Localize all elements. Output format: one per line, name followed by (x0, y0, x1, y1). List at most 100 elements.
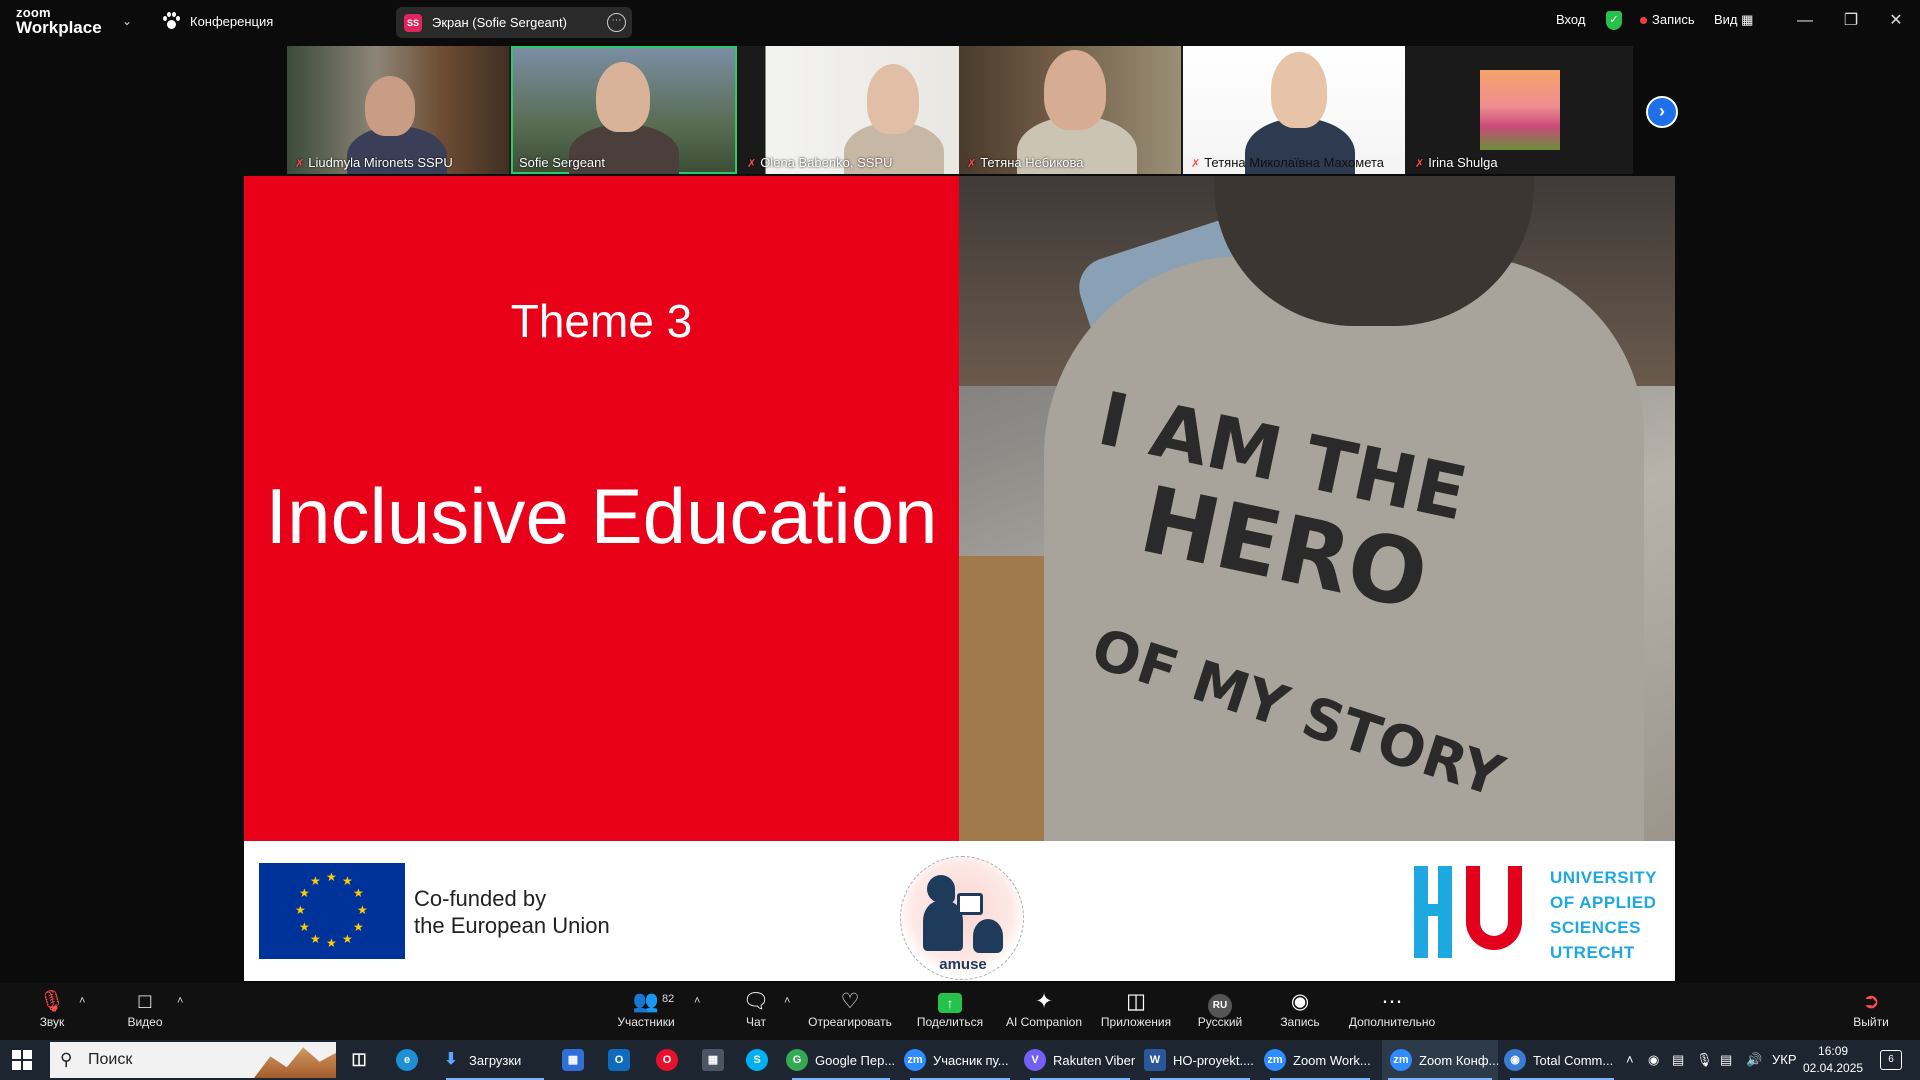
view-button[interactable]: Вид ▦ (1714, 12, 1753, 28)
shield-icon[interactable]: ✓ (1606, 11, 1622, 30)
calculator-icon[interactable]: ▦ (702, 1040, 731, 1080)
mic-muted-icon: 🎙 (38, 990, 66, 1013)
share-button[interactable]: ↑ Поделиться (914, 989, 986, 1029)
participants-count: 82 (662, 993, 675, 1005)
eu-cofunded-text: Co-funded by the European Union (414, 886, 610, 938)
view-label: Вид (1714, 12, 1738, 27)
video-tile-1[interactable]: ✗ Liudmyla Mironets SSPU (287, 46, 509, 174)
video-button[interactable]: □ Видео (124, 989, 166, 1029)
more-button[interactable]: ⋯ Дополнительно (1346, 989, 1438, 1029)
record-label: Запись (1280, 1015, 1320, 1029)
chat-label: Чат (746, 1015, 766, 1029)
apps-label: Приложения (1100, 1015, 1172, 1029)
download-icon: ⬇ (444, 1051, 458, 1068)
zoom-logo[interactable]: zoom Workplace (16, 6, 102, 36)
language-button[interactable]: RU Русский (1194, 989, 1246, 1029)
title-bar: zoom Workplace ⌄ Конференция SS Экран (S… (0, 0, 1920, 44)
tile-name-5: ✗ Тетяна Миколаївна Махомета (1191, 155, 1385, 170)
conference-label: Конференция (190, 13, 274, 29)
chat-options-caret[interactable]: ˄ (784, 995, 790, 1007)
taskbar-clock[interactable]: 16:09 02.04.2025 (1803, 1043, 1863, 1077)
taskbar-app-participant[interactable]: zm Учасник пу... (904, 1040, 1016, 1080)
recording-label: Запись (1652, 12, 1695, 27)
network-icon[interactable]: ▤ (1720, 1040, 1732, 1080)
react-button[interactable]: ♡ Отреагировать (808, 989, 892, 1029)
tile-name-2: Sofie Sergeant (519, 155, 606, 170)
taskbar-app-zoom-workplace[interactable]: zm Zoom Work... (1264, 1040, 1376, 1080)
video-tile-5[interactable]: ✗ Тетяна Миколаївна Махомета (1183, 46, 1405, 174)
heart-icon: ♡ (840, 990, 860, 1013)
store-icon[interactable]: ▦ (562, 1040, 591, 1080)
volume-icon[interactable]: 🔊 (1746, 1040, 1762, 1080)
tile-name-4: ✗ Тетяна Небикова (967, 155, 1084, 170)
audio-button[interactable]: 🎙 Звук (34, 989, 70, 1029)
leave-icon: ➲ (1862, 990, 1880, 1013)
participants-options-caret[interactable]: ˄ (694, 995, 700, 1007)
zoom-icon: zm (1390, 1049, 1412, 1071)
muted-mic-icon: ✗ (1191, 158, 1201, 170)
opera-icon[interactable]: O (656, 1040, 685, 1080)
video-tile-6[interactable]: ✗ Irina Shulga (1407, 46, 1633, 174)
clock-date: 02.04.2025 (1803, 1061, 1864, 1075)
video-label: Видео (127, 1015, 163, 1029)
taskbar-app-zoom-conference[interactable]: zm Zoom Конф... (1382, 1040, 1499, 1080)
share-button-label: Поделиться (916, 1015, 984, 1029)
share-screen-icon: ↑ (938, 993, 962, 1013)
recording-indicator[interactable]: Запись (1640, 12, 1695, 27)
participant-gallery: ✗ Liudmyla Mironets SSPU Sofie Sergeant ✗… (287, 46, 1633, 174)
taskbar-app-viber[interactable]: V Rakuten Viber (1024, 1040, 1136, 1080)
tile-name-3: ✗ Olena Babenko, SSPU (747, 155, 893, 170)
video-tile-2[interactable]: Sofie Sergeant (511, 46, 737, 174)
chevron-down-icon[interactable]: ⌄ (122, 14, 132, 28)
gallery-next-icon[interactable]: › (1646, 96, 1678, 128)
zoom-icon: zm (904, 1049, 926, 1071)
minimize-icon[interactable]: — (1785, 8, 1825, 34)
edge-icon[interactable]: e (396, 1040, 425, 1080)
windows-start-icon[interactable] (12, 1050, 32, 1070)
login-button[interactable]: Вход (1556, 12, 1585, 27)
brand-bottom: Workplace (16, 18, 102, 37)
video-options-caret[interactable]: ˄ (177, 995, 183, 1007)
tray-expand-icon[interactable]: ˄ (1626, 1040, 1634, 1080)
record-button[interactable]: ◉ Запись (1278, 989, 1322, 1029)
ai-companion-button[interactable]: ✦ AI Companion (1004, 989, 1084, 1029)
taskbar-app-google-translate[interactable]: G Google Пер... (786, 1040, 896, 1080)
restore-icon[interactable]: ❐ (1831, 8, 1871, 34)
sparkle-icon: ✦ (1035, 990, 1053, 1013)
taskbar-search[interactable]: ⚲ Поиск (50, 1042, 336, 1078)
leave-label: Выйти (1853, 1015, 1889, 1029)
tray-mic-icon[interactable]: 🎙 (1696, 1040, 1713, 1080)
screen-share-indicator[interactable]: SS Экран (Sofie Sergeant) ⋯ (396, 7, 632, 38)
shared-slide: Theme 3 Inclusive Education I AM THE HER… (244, 176, 1675, 981)
clock-time: 16:09 (1818, 1044, 1849, 1058)
conference-menu[interactable]: Конференция (162, 12, 273, 30)
amuse-logo: amuse (900, 856, 1024, 980)
muted-mic-icon: ✗ (967, 158, 977, 170)
notification-icon[interactable]: 6 (1880, 1050, 1902, 1070)
tray-camera-icon[interactable]: ▤ (1672, 1040, 1684, 1080)
leave-button[interactable]: ➲ Выйти (1852, 989, 1890, 1029)
chat-button[interactable]: 🗨 Чат (740, 989, 772, 1029)
record-dot-icon (1640, 17, 1647, 25)
share-label: Экран (Sofie Sergeant) (432, 15, 567, 30)
video-tile-3[interactable]: ✗ Olena Babenko, SSPU (739, 46, 961, 174)
apps-button[interactable]: ◫ Приложения (1098, 989, 1174, 1029)
taskbar-app-downloads[interactable]: ⬇ Загрузки (440, 1040, 550, 1080)
task-view-icon[interactable]: ◫ (348, 1040, 377, 1080)
eu-flag-icon: ★ ★ ★ ★ ★ ★ ★ ★ ★ ★ ★ ★ (259, 863, 405, 959)
muted-mic-icon: ✗ (1415, 158, 1425, 170)
video-tile-4[interactable]: ✗ Тетяна Небикова (959, 46, 1181, 174)
taskbar-app-word[interactable]: W HO-proyekt.... (1144, 1040, 1256, 1080)
outlook-icon[interactable]: O (608, 1040, 637, 1080)
record-icon: ◉ (1290, 990, 1310, 1013)
windows-taskbar: ⚲ Поиск ◫ e ⬇ Загрузки ▦ O O ▦ S G Google … (0, 1040, 1920, 1080)
tray-record-icon[interactable]: ◉ (1648, 1040, 1659, 1080)
audio-options-caret[interactable]: ˄ (79, 995, 85, 1007)
taskbar-app-total-commander[interactable]: ◉ Total Comm... (1504, 1040, 1620, 1080)
more-icon[interactable]: ⋯ (607, 13, 626, 32)
audio-label: Звук (39, 1015, 65, 1029)
skype-icon[interactable]: S (746, 1040, 775, 1080)
keyboard-language[interactable]: УКР (1772, 1040, 1797, 1080)
close-icon[interactable]: ✕ (1876, 8, 1916, 34)
muted-mic-icon: ✗ (747, 158, 757, 170)
